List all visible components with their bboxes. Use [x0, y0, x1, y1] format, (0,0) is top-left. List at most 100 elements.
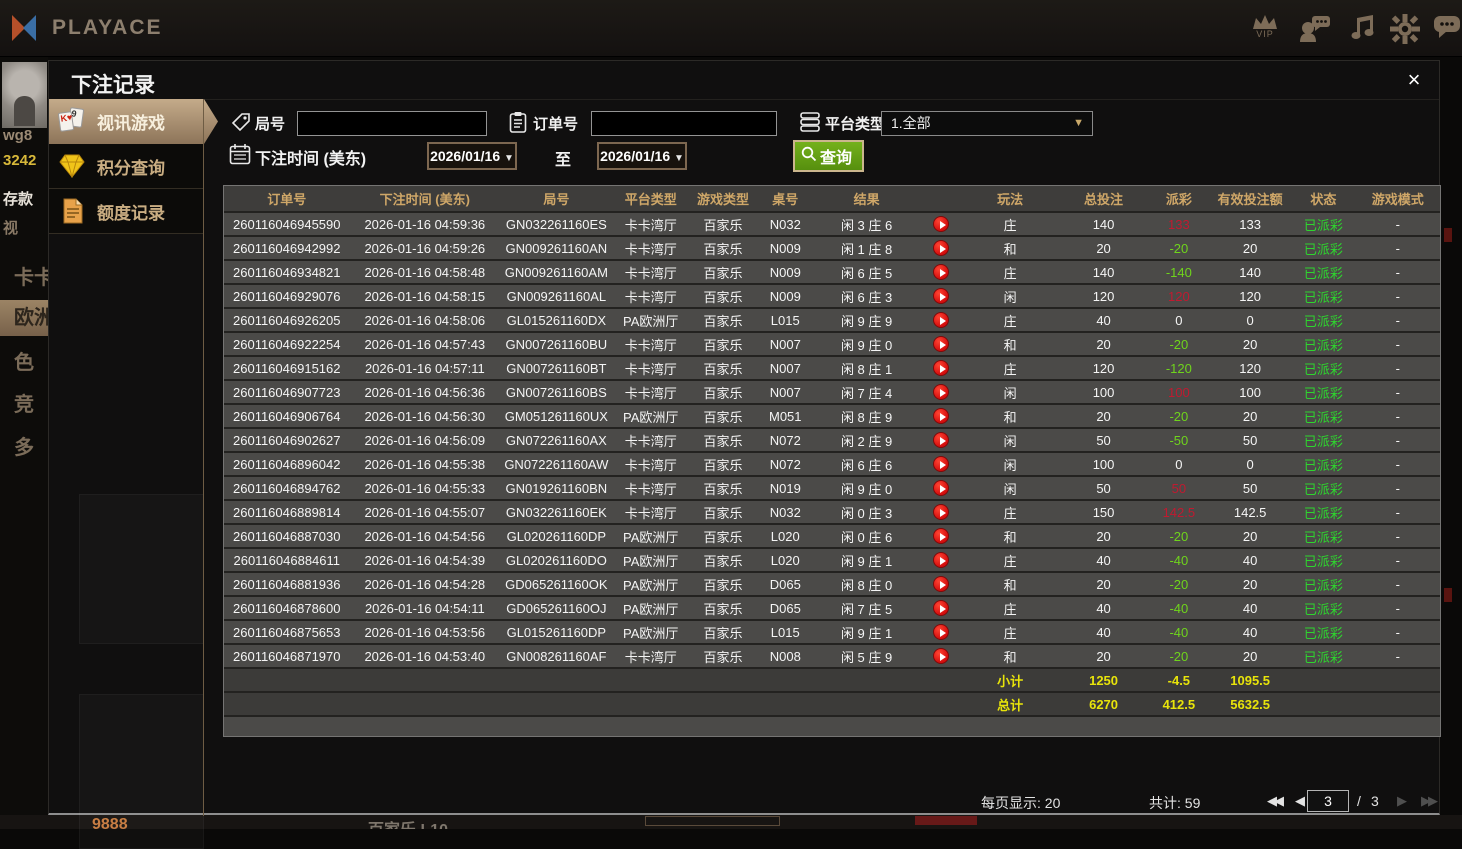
cell-game: 百家乐	[689, 476, 757, 500]
first-page-icon[interactable]: ◀◀	[1267, 793, 1281, 809]
cell-round: GL020261160DP	[500, 524, 612, 548]
replay-icon[interactable]	[933, 408, 949, 424]
totals-empty	[1356, 692, 1440, 716]
cell-round: GL015261160DP	[500, 620, 612, 644]
replay-icon[interactable]	[933, 312, 949, 328]
cell-order: 260116046889814	[224, 500, 350, 524]
round-input[interactable]	[297, 111, 487, 136]
cell-platform: PA欧洲厅	[613, 620, 689, 644]
platform-label: 平台类型	[825, 113, 885, 134]
title-separator	[49, 99, 1439, 100]
date-to-button[interactable]: 2026/01/16 ▼	[597, 142, 687, 170]
sidebar-item-points-query[interactable]: 积分查询	[49, 144, 204, 189]
lobby-bottom-strip: 9888 百家乐 L10	[0, 815, 1462, 829]
vip-icon[interactable]: VIP	[1248, 14, 1282, 44]
table-row: 2601160468819362026-01-16 04:54:28GD0652…	[224, 572, 1440, 596]
replay-icon[interactable]	[933, 264, 949, 280]
cell-bet: 40	[1058, 548, 1148, 572]
cell-valid: 140	[1209, 260, 1291, 284]
cell-mode: -	[1356, 524, 1440, 548]
cell-payout: -50	[1149, 428, 1209, 452]
table-header-row: 订单号下注时间 (美东)局号平台类型游戏类型桌号结果玩法总投注派彩有效投注额状态…	[224, 186, 1440, 212]
cell-table: N032	[757, 212, 813, 236]
cell-mode: -	[1356, 500, 1440, 524]
round-label: 局号	[255, 113, 285, 134]
cell-payout: 0	[1149, 452, 1209, 476]
cell-play: 闲	[962, 452, 1058, 476]
cell-mode: -	[1356, 380, 1440, 404]
cell-game: 百家乐	[689, 500, 757, 524]
cell-time: 2026-01-16 04:56:09	[350, 428, 501, 452]
logo-icon	[10, 11, 44, 45]
sidebar-item-quota-records[interactable]: 额度记录	[49, 189, 204, 234]
music-icon[interactable]	[1345, 14, 1379, 44]
replay-icon[interactable]	[933, 600, 949, 616]
cell-status: 已派彩	[1291, 380, 1355, 404]
list-icon	[799, 111, 821, 138]
cell-platform: 卡卡湾厅	[613, 380, 689, 404]
cell-round: GL020261160DO	[500, 548, 612, 572]
replay-icon[interactable]	[933, 360, 949, 376]
totals-empty	[613, 692, 689, 716]
cell-table: L015	[757, 620, 813, 644]
next-page-icon[interactable]: ▶	[1397, 793, 1404, 809]
replay-icon[interactable]	[933, 504, 949, 520]
page-input[interactable]	[1307, 790, 1349, 812]
cell-status: 已派彩	[1291, 236, 1355, 260]
cell-play: 庄	[962, 308, 1058, 332]
replay-icon[interactable]	[933, 624, 949, 640]
replay-icon[interactable]	[933, 480, 949, 496]
order-input[interactable]	[591, 111, 777, 136]
cell-order: 260116046945590	[224, 212, 350, 236]
modal-title: 下注记录	[71, 69, 155, 99]
cell-result: 闲 8 庄 1	[813, 356, 919, 380]
cell-game: 百家乐	[689, 428, 757, 452]
totals-empty	[224, 668, 350, 692]
cell-result: 闲 7 庄 5	[813, 596, 919, 620]
cell-round: GN009261160AL	[500, 284, 612, 308]
cell-round: GN032261160EK	[500, 500, 612, 524]
cell-bet: 140	[1058, 212, 1148, 236]
cell-payout: -20	[1149, 236, 1209, 260]
prev-page-icon[interactable]: ◀	[1295, 793, 1302, 809]
support-icon[interactable]	[1298, 14, 1332, 44]
replay-icon[interactable]	[933, 528, 949, 544]
date-from-button[interactable]: 2026/01/16 ▼	[427, 142, 517, 170]
platform-select[interactable]: 1.全部 ▼	[881, 111, 1093, 136]
sidebar-item-label: 视讯游戏	[97, 109, 165, 134]
replay-icon[interactable]	[933, 216, 949, 232]
lobby-left-strip: wg8 3242 存款 视 卡卡 欧洲 色 竞 多	[0, 57, 48, 815]
replay-icon[interactable]	[933, 240, 949, 256]
cell-mode: -	[1356, 212, 1440, 236]
replay-icon[interactable]	[933, 432, 949, 448]
last-page-icon[interactable]: ▶▶	[1421, 793, 1435, 809]
replay-icon[interactable]	[933, 456, 949, 472]
replay-icon[interactable]	[933, 648, 949, 664]
background-ghost	[79, 694, 204, 849]
cell-round: GN072261160AX	[500, 428, 612, 452]
totals-empty	[757, 692, 813, 716]
cell-valid: 120	[1209, 284, 1291, 308]
cell-game: 百家乐	[689, 212, 757, 236]
search-button[interactable]: 查询	[793, 140, 864, 172]
search-button-label: 查询	[820, 144, 852, 168]
cell-play: 闲	[962, 284, 1058, 308]
replay-icon[interactable]	[933, 552, 949, 568]
replay-icon[interactable]	[933, 576, 949, 592]
replay-cell	[920, 524, 962, 548]
spacer-cell	[224, 716, 1440, 736]
cell-bet: 150	[1058, 500, 1148, 524]
cell-game: 百家乐	[689, 452, 757, 476]
settings-icon[interactable]	[1388, 14, 1422, 44]
pagination-bar: 每页显示: 20 共计: 59 ◀◀ ◀ / 3 ▶ ▶▶	[49, 788, 1441, 816]
column-header: 桌号	[757, 186, 813, 212]
replay-icon[interactable]	[933, 336, 949, 352]
sidebar-item-video-games[interactable]: 9K♥ 视讯游戏	[49, 99, 218, 144]
cell-game: 百家乐	[689, 524, 757, 548]
replay-icon[interactable]	[933, 288, 949, 304]
close-icon[interactable]: ×	[1401, 67, 1427, 93]
cell-round: GN007261160BU	[500, 332, 612, 356]
cell-mode: -	[1356, 284, 1440, 308]
chat-icon[interactable]	[1430, 14, 1462, 44]
replay-icon[interactable]	[933, 384, 949, 400]
